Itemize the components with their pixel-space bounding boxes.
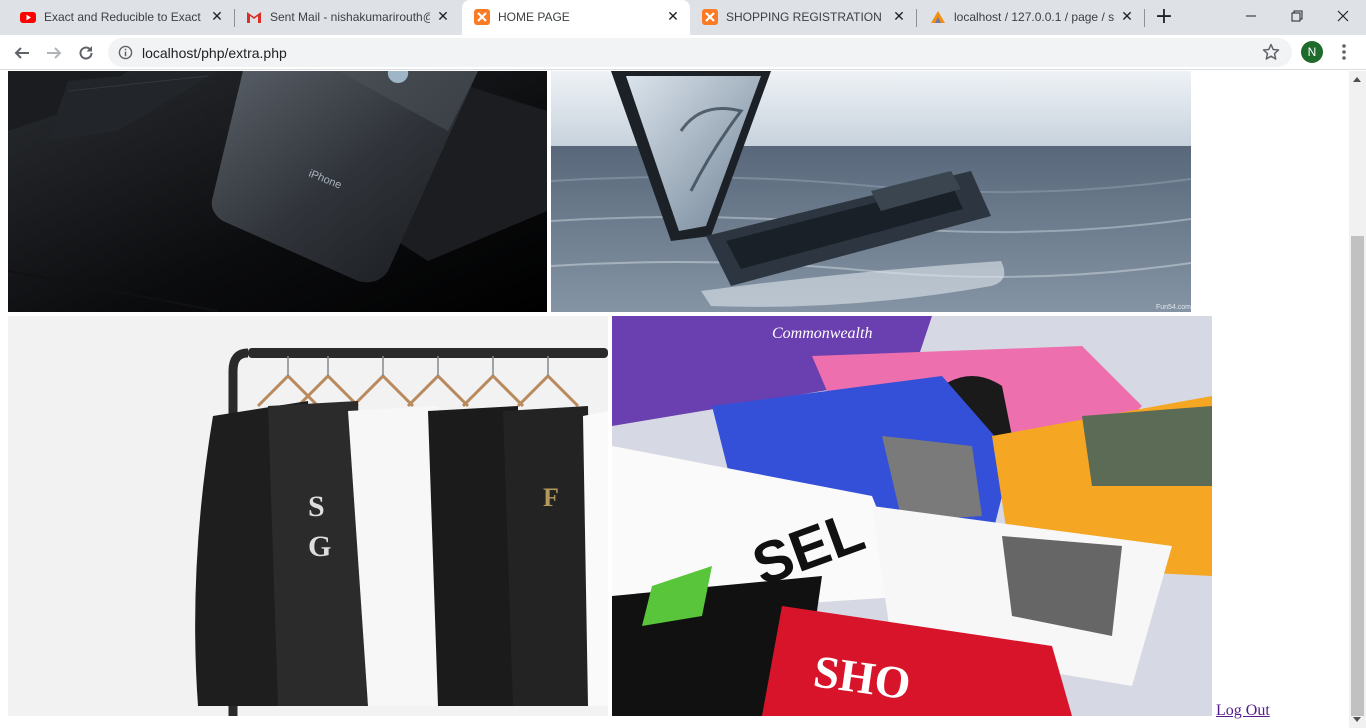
info-icon[interactable] <box>118 45 133 60</box>
tab-separator <box>1144 9 1145 27</box>
svg-text:Commonwealth: Commonwealth <box>772 325 872 342</box>
close-window-button[interactable] <box>1320 0 1366 32</box>
tshirts-on-rack-photo: S G F <box>8 316 608 716</box>
star-icon[interactable] <box>1262 43 1280 61</box>
tab-home-page[interactable]: HOME PAGE ✕ <box>462 0 690 35</box>
logout-link[interactable]: Log Out <box>1216 702 1270 720</box>
tab-title: Sent Mail - nishakumarirouth@ <box>270 10 430 24</box>
close-tab-icon[interactable]: ✕ <box>892 10 906 24</box>
svg-text:G: G <box>308 530 331 563</box>
restore-icon <box>1291 10 1303 22</box>
svg-text:Fun54.com: Fun54.com <box>1156 304 1191 311</box>
youtube-icon <box>20 12 36 23</box>
laptop-in-water-photo: Fun54.com <box>551 71 1191 312</box>
minimize-icon <box>1246 15 1256 17</box>
tab-shopping-registration[interactable]: SHOPPING REGISTRATION ✕ <box>690 0 917 35</box>
close-tab-icon[interactable]: ✕ <box>210 10 224 24</box>
tab-youtube[interactable]: Exact and Reducible to Exact d ✕ <box>8 0 235 35</box>
tab-title: localhost / 127.0.0.1 / page / s <box>954 10 1114 24</box>
scroll-up-icon[interactable] <box>1353 77 1361 82</box>
more-vert-icon[interactable] <box>1336 42 1352 62</box>
xampp-icon <box>474 9 490 25</box>
close-tab-icon[interactable]: ✕ <box>1120 10 1134 24</box>
svg-text:S: S <box>308 490 325 523</box>
reload-button[interactable] <box>72 39 100 67</box>
tab-title: SHOPPING REGISTRATION <box>726 10 882 24</box>
forward-button[interactable] <box>40 39 68 67</box>
tab-title: HOME PAGE <box>498 10 570 24</box>
url-text[interactable]: localhost/php/extra.php <box>142 45 287 61</box>
arrow-right-icon <box>47 47 62 59</box>
browser-toolbar: localhost/php/extra.php <box>0 35 1366 70</box>
tab-strip: Exact and Reducible to Exact d ✕ Sent Ma… <box>0 0 1366 35</box>
back-button[interactable] <box>8 39 36 67</box>
tab-gmail[interactable]: Sent Mail - nishakumarirouth@ ✕ <box>234 0 460 35</box>
arrow-left-icon <box>14 47 29 59</box>
minimize-button[interactable] <box>1228 0 1274 32</box>
address-bar[interactable]: localhost/php/extra.php <box>108 38 1292 67</box>
reload-icon <box>79 46 93 60</box>
new-tab-button[interactable]: + <box>1152 6 1176 30</box>
svg-text:F: F <box>543 483 559 512</box>
profile-avatar[interactable]: N <box>1301 41 1323 63</box>
tab-phpmyadmin[interactable]: localhost / 127.0.0.1 / page / s ✕ <box>918 0 1145 35</box>
tab-title: Exact and Reducible to Exact d <box>44 10 204 24</box>
tab-separator <box>916 9 917 27</box>
gmail-icon <box>247 12 261 23</box>
scrollbar-thumb[interactable] <box>1351 236 1364 716</box>
close-tab-icon[interactable]: ✕ <box>666 10 680 24</box>
phpmyadmin-icon <box>931 11 945 23</box>
page-scrollbar[interactable] <box>1349 71 1366 728</box>
scroll-down-icon[interactable] <box>1353 717 1361 722</box>
folded-tshirts-photo: Commonwealth SEL SHO <box>612 316 1212 716</box>
restore-button[interactable] <box>1274 0 1320 32</box>
close-tab-icon[interactable]: ✕ <box>436 10 450 24</box>
page-viewport: iPhone Fun54.com S G F Commonwealth SEL … <box>0 71 1349 728</box>
xampp-icon <box>702 9 718 25</box>
close-icon <box>1337 10 1349 22</box>
iphone-photo: iPhone <box>8 71 547 312</box>
